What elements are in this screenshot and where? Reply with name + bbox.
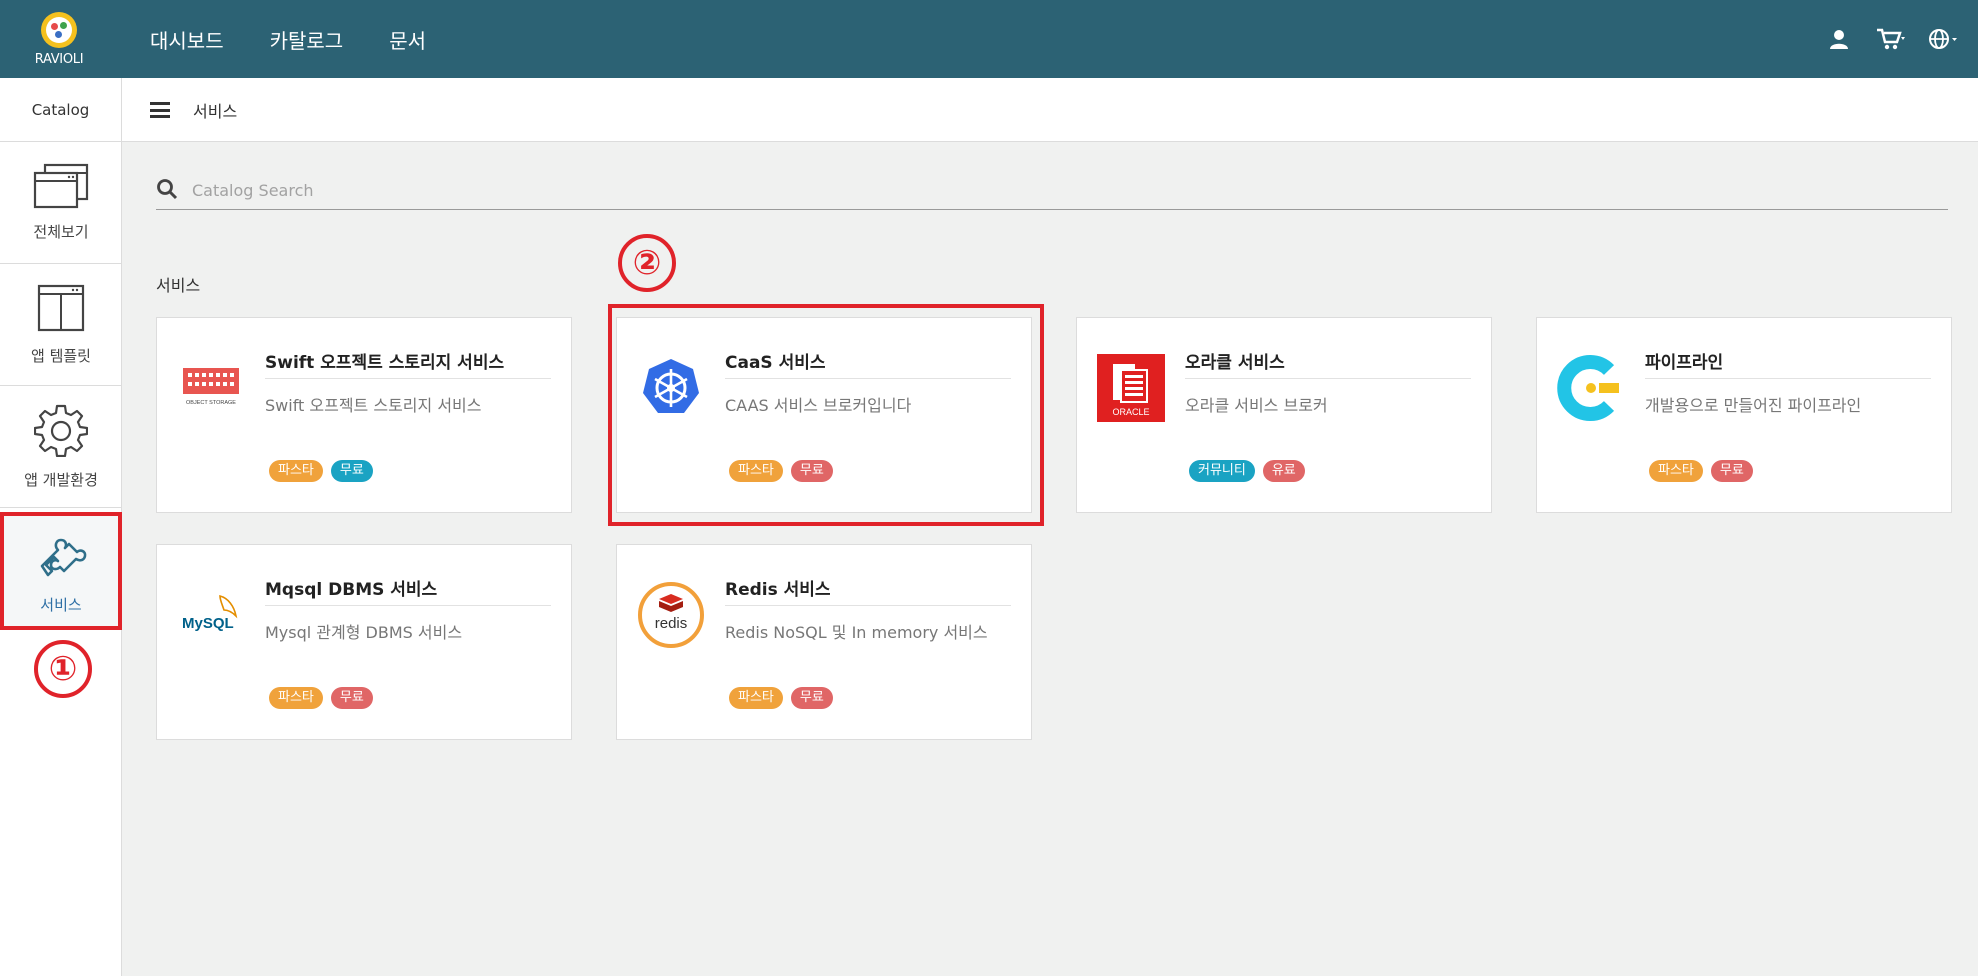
window-stack-icon xyxy=(33,163,89,213)
tag-paasta: 파스타 xyxy=(729,460,783,482)
tag-free: 무료 xyxy=(330,460,373,482)
tag-free: 무료 xyxy=(330,687,373,709)
user-icon[interactable] xyxy=(1824,24,1854,54)
card-description: Swift 오프젝트 스토리지 서비스 xyxy=(265,396,482,415)
sidebar-item-label: 서비스 xyxy=(40,595,82,614)
oracle-logo-text: ORACLE xyxy=(1112,407,1149,417)
catalog-sidebar: 전체보기 앱 템플릿 앱 개발환경 서비스 xyxy=(0,142,122,976)
sidebar-item-label: 앱 개발환경 xyxy=(24,471,98,489)
card-title: 오라클 서비스 xyxy=(1185,353,1285,373)
service-card-caas[interactable]: CaaS 서비스 CAAS 서비스 브로커입니다 파스타 무료 xyxy=(616,317,1032,513)
cart-icon[interactable] xyxy=(1876,24,1906,54)
card-title: Redis 서비스 xyxy=(725,580,831,600)
tag-paasta: 파스타 xyxy=(729,687,783,709)
ravioli-logo[interactable]: RAVIOLI xyxy=(0,0,118,78)
annotation-marker-1: ① xyxy=(34,640,92,698)
card-title: Mqsql DBMS 서비스 xyxy=(265,580,438,600)
service-card-swift[interactable]: OBJECT STORAGE Swift 오프젝트 스토리지 서비스 Swift… xyxy=(156,317,572,513)
tag-paasta: 파스타 xyxy=(1649,460,1703,482)
top-right-icons xyxy=(1802,24,1958,54)
globe-icon[interactable] xyxy=(1928,24,1958,54)
service-card-oracle[interactable]: ORACLE 오라클 서비스 오라클 서비스 브로커 커뮤니티 유료 xyxy=(1076,317,1492,513)
card-description: Redis NoSQL 및 In memory 서비스 xyxy=(725,623,988,642)
object-storage-logo-text: OBJECT STORAGE xyxy=(186,400,236,406)
logo-text: RAVIOLI xyxy=(34,51,84,67)
catalog-label: Catalog xyxy=(0,78,122,142)
tag-free: 무료 xyxy=(1710,460,1753,482)
card-description: 오라클 서비스 브로커 xyxy=(1185,396,1328,415)
puzzle-icon xyxy=(34,528,88,586)
nav-catalog[interactable]: 카탈로그 xyxy=(270,25,344,54)
page-title: 서비스 xyxy=(193,102,238,121)
tag-community: 커뮤니티 xyxy=(1189,460,1255,482)
mysql-icon: MySQL xyxy=(175,579,247,651)
tag-paasta: 파스타 xyxy=(269,687,323,709)
service-card-mysql[interactable]: MySQL Mqsql DBMS 서비스 Mysql 관계형 DBMS 서비스 … xyxy=(156,544,572,740)
card-title: Swift 오프젝트 스토리지 서비스 xyxy=(265,353,505,373)
catalog-search-bar xyxy=(156,172,1948,210)
sidebar-item-app-template[interactable]: 앱 템플릿 xyxy=(0,264,122,386)
redis-icon: redis xyxy=(635,579,707,651)
card-title: CaaS 서비스 xyxy=(725,353,826,373)
service-card-pipeline[interactable]: 파이프라인 개발용으로 만들어진 파이프라인 파스타 무료 xyxy=(1536,317,1952,513)
oracle-icon: ORACLE xyxy=(1095,352,1167,424)
redis-logo-text: redis xyxy=(655,615,688,632)
card-title: 파이프라인 xyxy=(1645,353,1724,373)
service-card-redis[interactable]: redis Redis 서비스 Redis NoSQL 및 In memory … xyxy=(616,544,1032,740)
card-description: CAAS 서비스 브로커입니다 xyxy=(725,396,912,415)
template-layout-icon xyxy=(36,283,86,337)
sidebar-item-label: 앱 템플릿 xyxy=(31,347,91,365)
catalog-search-input[interactable] xyxy=(192,181,1892,200)
section-title: 서비스 xyxy=(156,276,201,295)
kubernetes-icon xyxy=(635,352,707,424)
hamburger-menu-icon[interactable] xyxy=(150,102,170,118)
sidebar-item-services[interactable]: 서비스 xyxy=(0,512,122,630)
sidebar-item-label: 전체보기 xyxy=(33,223,89,241)
mysql-logo-text: MySQL xyxy=(182,615,234,632)
sub-header: Catalog 서비스 xyxy=(0,78,1978,142)
object-storage-icon: OBJECT STORAGE xyxy=(175,352,247,424)
nav-docs[interactable]: 문서 xyxy=(389,25,426,54)
ravioli-logo-icon xyxy=(41,11,77,48)
pipeline-icon xyxy=(1555,352,1627,424)
tag-free: 무료 xyxy=(790,460,833,482)
card-description: 개발용으로 만들어진 파이프라인 xyxy=(1645,396,1862,415)
annotation-marker-2: ② xyxy=(618,234,676,292)
top-navigation-bar: RAVIOLI 대시보드 카탈로그 문서 xyxy=(0,0,1978,78)
card-description: Mysql 관계형 DBMS 서비스 xyxy=(265,623,463,642)
tag-paasta: 파스타 xyxy=(269,460,323,482)
sidebar-item-all[interactable]: 전체보기 xyxy=(0,142,122,264)
gear-icon xyxy=(33,403,89,461)
tag-paid: 유료 xyxy=(1262,460,1305,482)
tag-free: 무료 xyxy=(790,687,833,709)
search-icon[interactable] xyxy=(156,178,178,204)
sidebar-item-dev-env[interactable]: 앱 개발환경 xyxy=(0,386,122,508)
top-nav-menu: 대시보드 카탈로그 문서 xyxy=(150,25,472,54)
nav-dashboard[interactable]: 대시보드 xyxy=(150,25,224,54)
